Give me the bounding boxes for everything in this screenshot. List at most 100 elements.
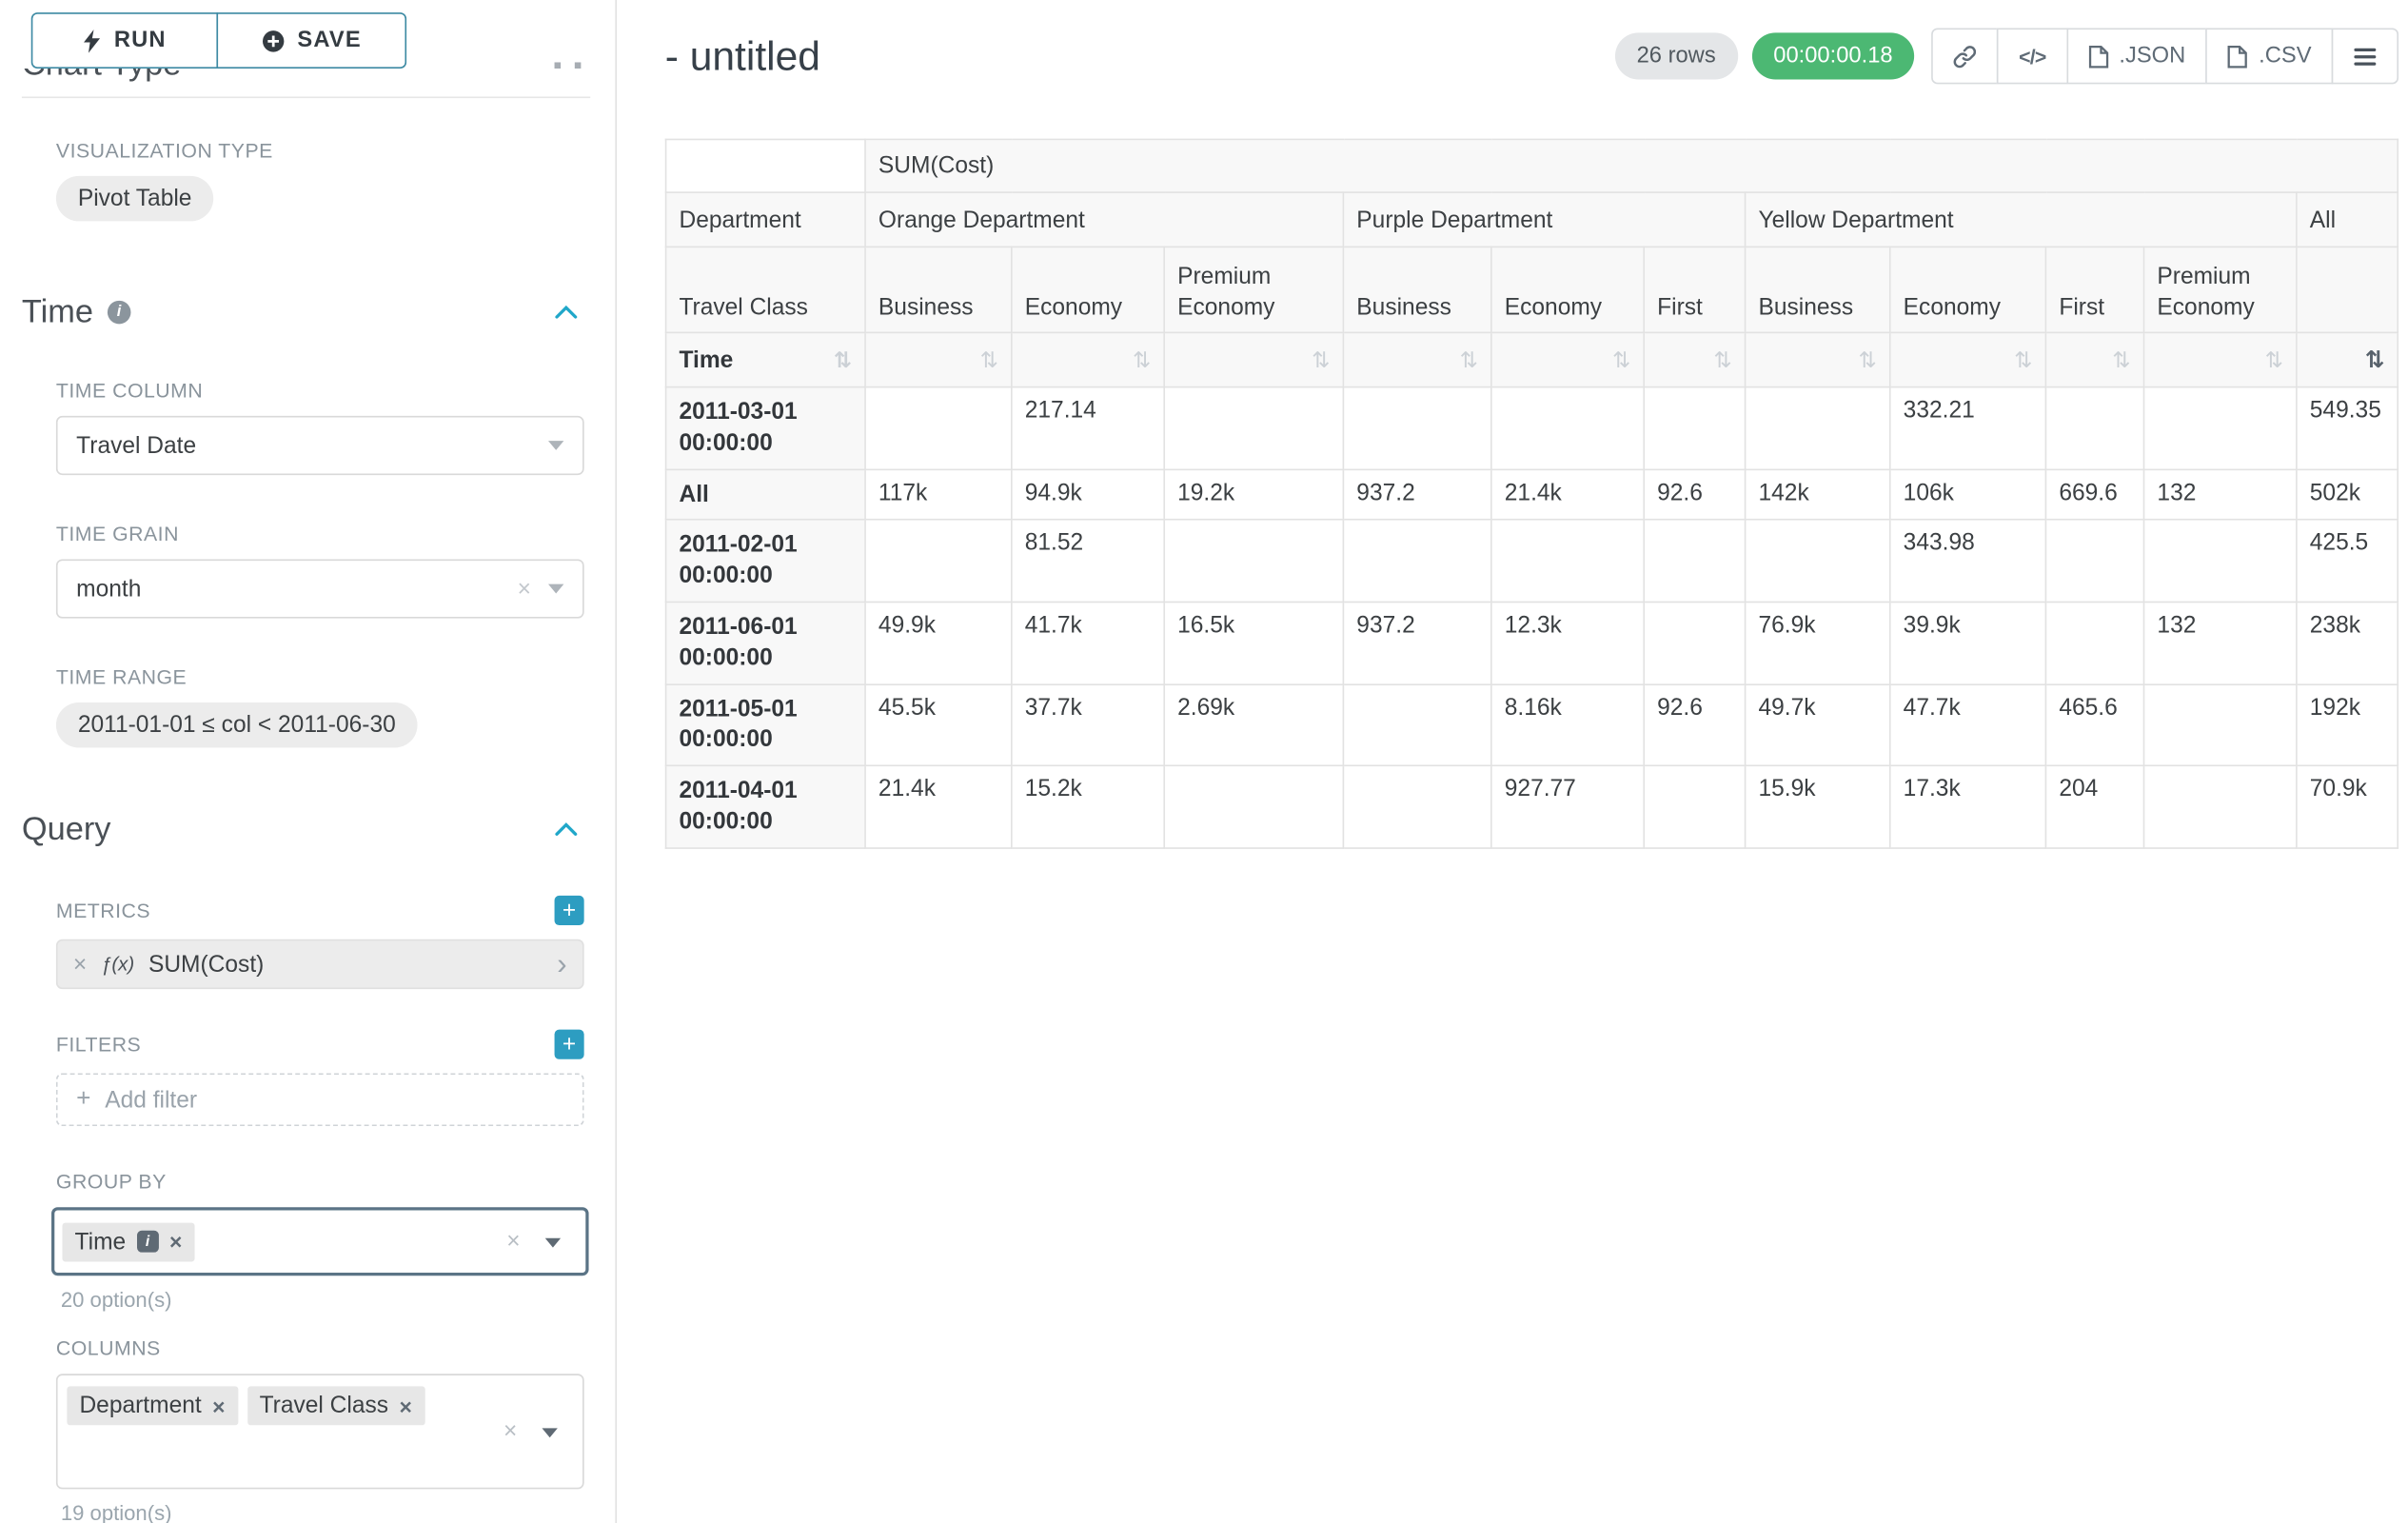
- function-icon: ƒ(x): [101, 953, 134, 975]
- info-icon[interactable]: i: [108, 301, 131, 325]
- pivot-value-cell: 92.6: [1644, 469, 1745, 521]
- add-filter-plus-button[interactable]: +: [555, 1030, 584, 1059]
- pivot-value-cell: 21.4k: [865, 766, 1012, 848]
- export-csv-button[interactable]: .CSV: [2206, 28, 2334, 84]
- sort-icon[interactable]: ⇅: [2365, 347, 2385, 374]
- group-by-tag[interactable]: Time i ×: [62, 1222, 194, 1261]
- chevron-up-icon[interactable]: [555, 306, 579, 320]
- group-by-select[interactable]: Time i × ×: [51, 1207, 589, 1276]
- pivot-col-dimension-label: Department: [666, 192, 865, 247]
- query-section-header: Query: [22, 810, 584, 849]
- remove-tag-icon[interactable]: ×: [169, 1229, 182, 1254]
- time-grain-label: TIME GRAIN: [56, 522, 584, 545]
- pivot-column-header: Business: [1746, 247, 1890, 332]
- sort-icon[interactable]: ⇅: [1460, 346, 1478, 371]
- pivot-value-cell: 37.7k: [1012, 684, 1164, 766]
- run-button[interactable]: RUN: [31, 12, 218, 69]
- pivot-table: SUM(Cost)DepartmentOrange DepartmentPurp…: [665, 139, 2398, 849]
- pivot-value-cell: 937.2: [1343, 602, 1490, 683]
- remove-tag-icon[interactable]: ×: [212, 1394, 225, 1418]
- pivot-column-group-header: Purple Department: [1343, 192, 1745, 247]
- chart-area: - untitled 26 rows 00:00:00.18 </> .JSON: [617, 0, 2408, 1523]
- pivot-value-cell: [1644, 602, 1745, 683]
- sort-icon[interactable]: ⇅: [1859, 346, 1877, 371]
- chart-type-collapse-chevron[interactable]: [555, 61, 582, 69]
- sort-icon[interactable]: ⇅: [2112, 346, 2130, 371]
- menu-icon: [2354, 46, 2378, 66]
- chevron-down-icon[interactable]: [545, 1238, 561, 1248]
- run-button-label: RUN: [114, 28, 167, 52]
- time-grain-select[interactable]: month ×: [56, 559, 584, 618]
- pivot-value-cell: 217.14: [1012, 387, 1164, 469]
- pivot-column-group-header: Orange Department: [865, 192, 1343, 247]
- pivot-value-cell: 669.6: [2045, 469, 2143, 521]
- columns-tag-travel-class[interactable]: Travel Class ×: [247, 1386, 424, 1425]
- clear-all-icon[interactable]: ×: [503, 1418, 517, 1445]
- pivot-value-cell: 106k: [1890, 469, 2046, 521]
- pivot-row: 2011-06-01 00:00:0049.9k41.7k16.5k937.21…: [666, 602, 2398, 683]
- columns-select[interactable]: Department × Travel Class × ×: [56, 1374, 584, 1489]
- chart-header: - untitled 26 rows 00:00:00.18 </> .JSON: [665, 22, 2398, 90]
- pivot-column-header: Business: [865, 247, 1012, 332]
- chevron-down-icon: [548, 584, 563, 594]
- chevron-right-icon[interactable]: ›: [557, 949, 566, 979]
- pivot-row-label: 2011-02-01 00:00:00: [666, 520, 865, 602]
- columns-label: COLUMNS: [56, 1336, 584, 1360]
- pivot-value-cell: 21.4k: [1491, 469, 1644, 521]
- sort-icon[interactable]: ⇅: [980, 346, 998, 371]
- pivot-value-cell: 39.9k: [1890, 602, 2046, 683]
- sort-icon[interactable]: ⇅: [1312, 346, 1330, 371]
- pivot-value-cell: [865, 520, 1012, 602]
- copy-link-button[interactable]: [1932, 28, 1999, 84]
- visualization-type-pill[interactable]: Pivot Table: [56, 176, 213, 221]
- pivot-value-cell: [2045, 520, 2143, 602]
- sort-icon[interactable]: ⇅: [834, 346, 852, 373]
- time-range-pill[interactable]: 2011-01-01 ≤ col < 2011-06-30: [56, 702, 418, 747]
- visualization-type-label: VISUALIZATION TYPE: [56, 139, 584, 163]
- metric-chip[interactable]: × ƒ(x) SUM(Cost) ›: [56, 940, 584, 989]
- file-icon: [2088, 45, 2108, 69]
- tag-label: Time: [75, 1228, 127, 1255]
- chevron-up-icon[interactable]: [555, 822, 579, 837]
- pivot-value-cell: 70.9k: [2297, 766, 2398, 848]
- pivot-row-label: 2011-06-01 00:00:00: [666, 602, 865, 683]
- pivot-value-cell: 937.2: [1343, 469, 1490, 521]
- export-json-button[interactable]: .JSON: [2066, 28, 2207, 84]
- plus-circle-icon: [262, 29, 286, 52]
- pivot-value-cell: [1164, 387, 1343, 469]
- pivot-value-cell: 8.16k: [1491, 684, 1644, 766]
- sort-icon[interactable]: ⇅: [1612, 346, 1630, 371]
- chevron-down-icon[interactable]: [542, 1428, 557, 1437]
- sort-icon[interactable]: ⇅: [1133, 346, 1151, 371]
- sort-icon[interactable]: ⇅: [1713, 346, 1731, 371]
- info-icon[interactable]: i: [137, 1231, 159, 1253]
- sort-icon[interactable]: ⇅: [2014, 346, 2032, 371]
- sort-icon[interactable]: ⇅: [2265, 346, 2283, 371]
- pivot-value-cell: 12.3k: [1491, 602, 1644, 683]
- time-column-select[interactable]: Travel Date: [56, 416, 584, 475]
- time-grain-value: month: [76, 576, 141, 603]
- chart-container: SUM(Cost)DepartmentOrange DepartmentPurp…: [665, 139, 2398, 849]
- columns-tag-department[interactable]: Department ×: [67, 1386, 237, 1425]
- pivot-value-cell: 15.9k: [1746, 766, 1890, 848]
- pivot-row-label: 2011-05-01 00:00:00: [666, 684, 865, 766]
- pivot-value-cell: 132: [2144, 602, 2297, 683]
- save-button[interactable]: SAVE: [216, 12, 406, 69]
- menu-button[interactable]: [2332, 28, 2398, 84]
- chart-title[interactable]: - untitled: [665, 32, 820, 81]
- clear-all-icon[interactable]: ×: [506, 1228, 520, 1255]
- pivot-value-cell: [1491, 520, 1644, 602]
- view-query-button[interactable]: </>: [1997, 28, 2067, 84]
- remove-tag-icon[interactable]: ×: [400, 1394, 412, 1418]
- remove-metric-icon[interactable]: ×: [73, 951, 87, 978]
- chevron-down-icon: [548, 441, 563, 450]
- pivot-row-label: All: [666, 469, 865, 521]
- add-metric-button[interactable]: +: [555, 896, 584, 925]
- pivot-value-cell: [2045, 602, 2143, 683]
- pivot-value-cell: 132: [2144, 469, 2297, 521]
- pivot-value-cell: [865, 387, 1012, 469]
- add-filter-box[interactable]: + Add filter: [56, 1073, 584, 1126]
- clear-icon[interactable]: ×: [518, 576, 531, 603]
- pivot-column-header: First: [2045, 247, 2143, 332]
- metric-name: SUM(Cost): [148, 951, 264, 978]
